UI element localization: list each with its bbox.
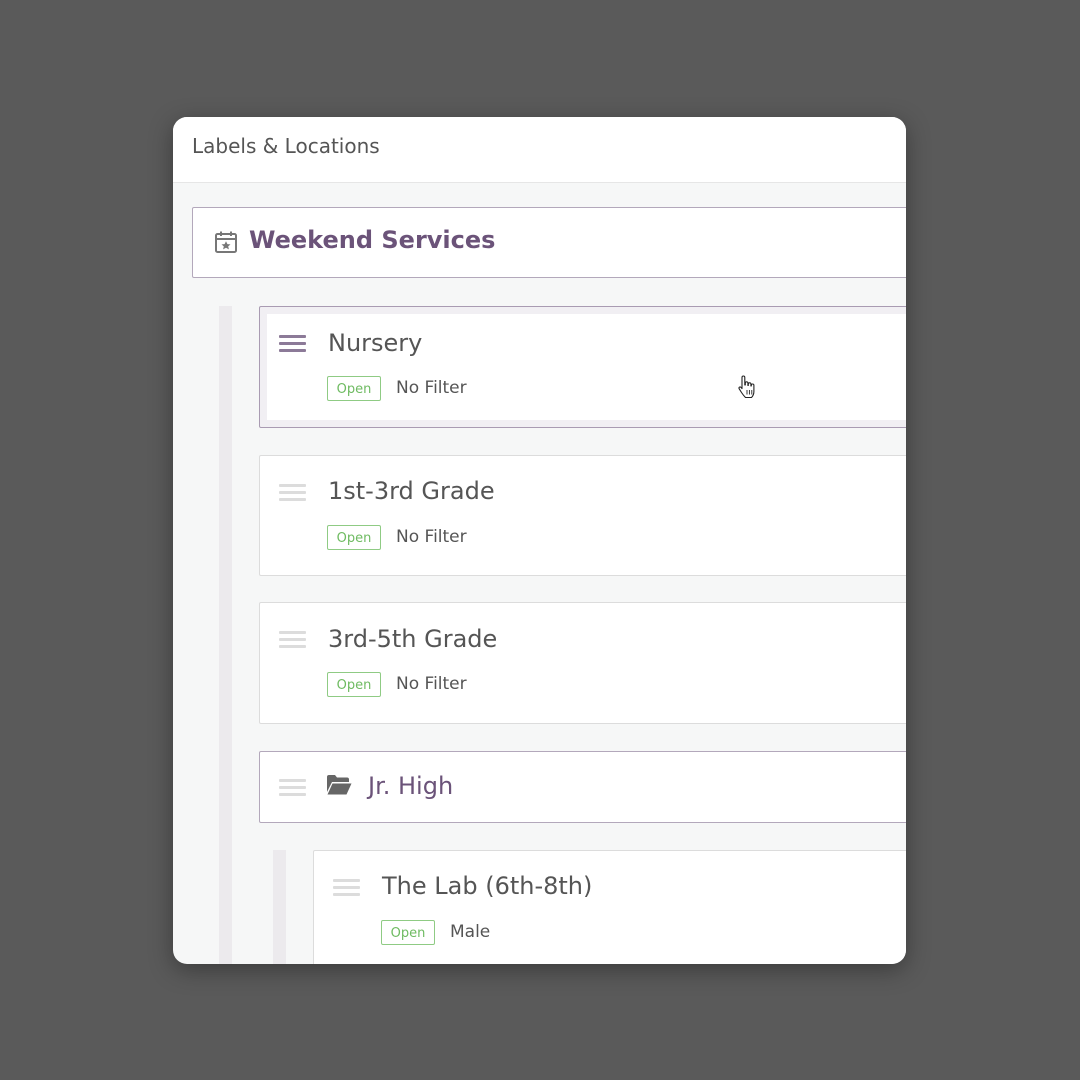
labels-locations-window: Labels & Locations Weekend Services Nurs… xyxy=(173,117,906,964)
location-name: 1st-3rd Grade xyxy=(328,477,495,505)
location-name: Nursery xyxy=(328,329,423,357)
drag-handle-icon[interactable] xyxy=(333,879,360,900)
location-card-1st-3rd-grade[interactable]: 1st-3rd Grade Open No Filter xyxy=(259,455,906,576)
status-badge: Open xyxy=(327,672,381,697)
status-badge: Open xyxy=(381,920,435,945)
location-name: 3rd-5th Grade xyxy=(328,625,498,653)
status-badge: Open xyxy=(327,525,381,550)
folder-open-icon xyxy=(327,775,352,795)
group-header-weekend-services[interactable]: Weekend Services xyxy=(192,207,906,278)
drag-handle-icon[interactable] xyxy=(279,779,306,800)
drag-handle-icon[interactable] xyxy=(279,335,306,356)
subgroup-tree-rail xyxy=(273,850,286,964)
group-tree-rail xyxy=(219,306,232,964)
calendar-star-icon xyxy=(215,231,237,253)
location-name: The Lab (6th-8th) xyxy=(382,872,593,900)
group-title: Weekend Services xyxy=(249,226,496,254)
drag-handle-icon[interactable] xyxy=(279,631,306,652)
location-filter: No Filter xyxy=(396,378,467,398)
window-titlebar: Labels & Locations xyxy=(173,117,906,183)
window-title: Labels & Locations xyxy=(192,134,380,158)
location-filter: Male xyxy=(450,922,491,942)
location-card-nursery[interactable]: Nursery Open No Filter xyxy=(259,306,906,428)
subgroup-header-jr-high[interactable]: Jr. High xyxy=(259,751,906,823)
location-filter: No Filter xyxy=(396,527,467,547)
location-card-the-lab[interactable]: The Lab (6th-8th) Open Male xyxy=(313,850,906,964)
location-card-3rd-5th-grade[interactable]: 3rd-5th Grade Open No Filter xyxy=(259,602,906,724)
hand-pointer-cursor-icon xyxy=(738,375,755,399)
subgroup-title: Jr. High xyxy=(368,772,454,800)
status-badge: Open xyxy=(327,376,381,401)
drag-handle-icon[interactable] xyxy=(279,484,306,505)
location-filter: No Filter xyxy=(396,674,467,694)
